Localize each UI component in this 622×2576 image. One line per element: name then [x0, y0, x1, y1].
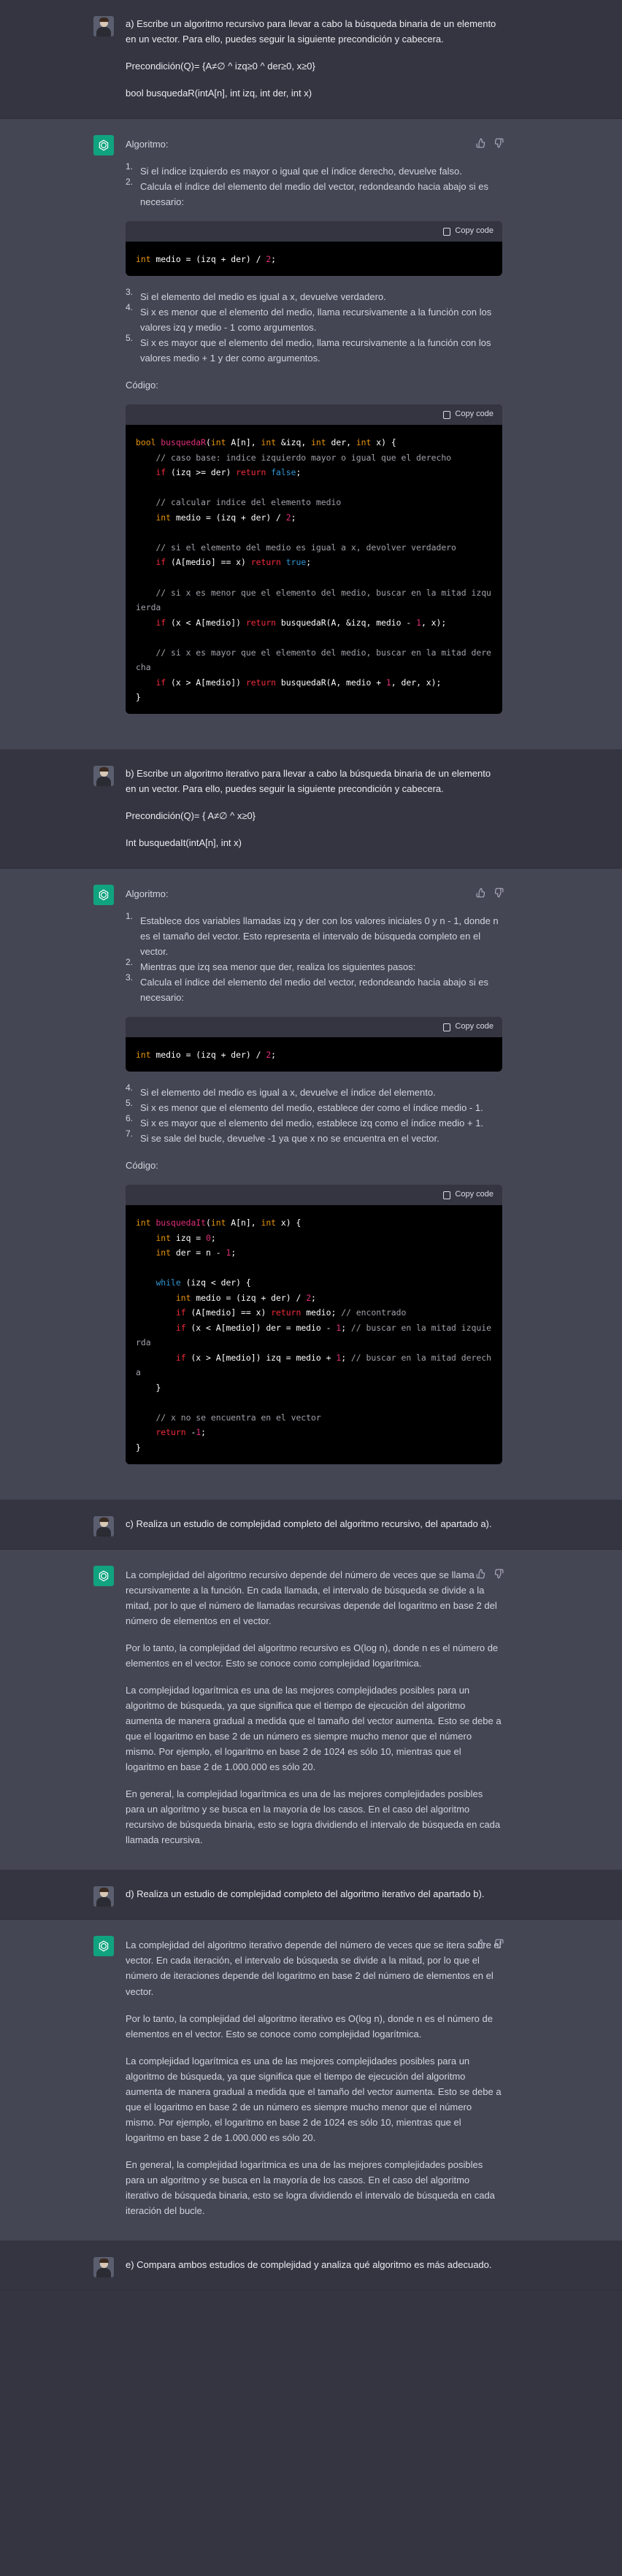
user-message: a) Escribe un algoritmo recursivo para l… — [0, 0, 622, 120]
message-text: Algoritmo: — [126, 888, 169, 899]
copy-code-button[interactable]: Copy code — [455, 225, 494, 238]
user-message: d) Realiza un estudio de complejidad com… — [0, 1870, 622, 1921]
message-text: La complejidad del algoritmo recursivo d… — [126, 1569, 497, 1626]
clipboard-icon — [443, 410, 451, 419]
message-text: Por lo tanto, la complejidad del algorit… — [126, 1642, 499, 1669]
steps-list: 1. Establece dos variables llamadas izq y… — [126, 910, 502, 1005]
code-block: Copy code int busquedaIt(int A[n], int x… — [126, 1185, 502, 1464]
message-text: b) Escribe un algoritmo iterativo para l… — [126, 767, 491, 794]
list-item: 3. Si el elemento del medio es igual a x,… — [126, 286, 386, 302]
message-text: Precondición(Q)= {A≠∅ ^ izq≥0 ^ der≥0, x… — [126, 61, 315, 72]
message-text: La complejidad logarítmica es una de las… — [126, 2055, 502, 2143]
clipboard-icon — [443, 227, 451, 236]
assistant-message: Algoritmo: 1. Si el índice izquierdo es m… — [0, 119, 622, 750]
user-message: b) Escribe un algoritmo iterativo para l… — [0, 749, 622, 869]
message-text: Código: — [126, 1159, 158, 1171]
message-text: Por lo tanto, la complejidad del algorit… — [126, 2012, 493, 2039]
steps-list: 1. Si el índice izquierdo es mayor o igua… — [126, 161, 502, 209]
thumbs-up-icon[interactable] — [476, 888, 486, 898]
user-avatar-icon — [93, 16, 114, 36]
message-text: Int busquedaIt(intA[n], int x) — [126, 837, 242, 848]
user-avatar-icon — [93, 2257, 114, 2278]
code-block: Copy code bool busquedaR(int A[n], int &… — [126, 404, 502, 714]
assistant-message: La complejidad del algoritmo recursivo d… — [0, 1549, 622, 1871]
message-text: En general, la complejidad logarítmica e… — [126, 2158, 495, 2217]
message-text: a) Escribe un algoritmo recursivo para l… — [126, 18, 496, 45]
list-item: 2. Mientras que izq sea menor que der, re… — [126, 957, 416, 973]
thumbs-up-icon[interactable] — [476, 1939, 486, 1949]
list-item: 4. Si x es menor que el elemento del medi… — [126, 301, 492, 333]
code-block: Copy code int medio = (izq + der) / 2; — [126, 221, 502, 276]
list-item: 5. Si x es mayor que el elemento del medi… — [126, 333, 491, 364]
chatgpt-logo-icon — [93, 884, 114, 905]
message-text: e) Compara ambos estudios de complejidad… — [126, 2259, 492, 2271]
list-item: 5. Si x es menor que el elemento del medi… — [126, 1097, 483, 1113]
conversation: a) Escribe un algoritmo recursivo para l… — [0, 0, 622, 2291]
chatgpt-logo-icon — [93, 1565, 114, 1586]
message-text: Precondición(Q)= { A≠∅ ^ x≥0} — [126, 810, 256, 821]
thumbs-down-icon[interactable] — [494, 888, 504, 898]
code-content: int busquedaIt(int A[n], int x) { int iz… — [136, 1218, 491, 1453]
thumbs-down-icon[interactable] — [494, 138, 504, 148]
thumbs-down-icon[interactable] — [494, 1939, 504, 1949]
list-item: 4. Si el elemento del medio es igual a x,… — [126, 1082, 436, 1098]
steps-list: 4. Si el elemento del medio es igual a x,… — [126, 1082, 502, 1146]
list-item: 1. Si el índice izquierdo es mayor o igua… — [126, 161, 462, 177]
code-content: int medio = (izq + der) / 2; — [136, 1050, 277, 1061]
message-text: d) Realiza un estudio de complejidad com… — [126, 1888, 485, 1900]
list-item: 6. Si x es mayor que el elemento del medi… — [126, 1112, 484, 1129]
list-item: 2. Calcula el índice del elemento del med… — [126, 177, 488, 208]
copy-code-button[interactable]: Copy code — [455, 408, 494, 421]
message-text: bool busquedaR(intA[n], int izq, int der… — [126, 88, 312, 99]
code-content: int medio = (izq + der) / 2; — [136, 254, 277, 265]
code-block: Copy code int medio = (izq + der) / 2; — [126, 1017, 502, 1072]
copy-code-button[interactable]: Copy code — [455, 1188, 494, 1202]
clipboard-icon — [443, 1023, 451, 1031]
thumbs-up-icon[interactable] — [476, 138, 486, 148]
clipboard-icon — [443, 1191, 451, 1199]
copy-code-button[interactable]: Copy code — [455, 1020, 494, 1034]
steps-list: 3. Si el elemento del medio es igual a x,… — [126, 286, 502, 366]
user-message: c) Realiza un estudio de complejidad com… — [0, 1499, 622, 1550]
thumbs-up-icon[interactable] — [476, 1569, 486, 1579]
assistant-message: La complejidad del algoritmo iterativo d… — [0, 1920, 622, 2242]
chatgpt-logo-icon — [93, 1936, 114, 1957]
message-text: c) Realiza un estudio de complejidad com… — [126, 1518, 492, 1529]
user-avatar-icon — [93, 765, 114, 786]
message-text: En general, la complejidad logarítmica e… — [126, 1788, 501, 1846]
user-message: e) Compara ambos estudios de complejidad… — [0, 2241, 622, 2291]
list-item: 7. Si se sale del bucle, devuelve -1 ya q… — [126, 1128, 439, 1144]
chatgpt-logo-icon — [93, 135, 114, 156]
user-avatar-icon — [93, 1515, 114, 1537]
message-text: La complejidad logarítmica es una de las… — [126, 1684, 502, 1773]
message-text: Algoritmo: — [126, 139, 169, 150]
list-item: 1. Establece dos variables llamadas izq y… — [126, 910, 499, 958]
message-text: Código: — [126, 380, 158, 391]
thumbs-down-icon[interactable] — [494, 1569, 504, 1579]
message-text: La complejidad del algoritmo iterativo d… — [126, 1939, 502, 1997]
assistant-message: Algoritmo: 1. Establece dos variables lla… — [0, 868, 622, 1500]
user-avatar-icon — [93, 1886, 114, 1907]
list-item: 3. Calcula el índice del elemento del med… — [126, 972, 488, 1004]
code-content: bool busquedaR(int A[n], int &izq, int d… — [136, 437, 491, 703]
